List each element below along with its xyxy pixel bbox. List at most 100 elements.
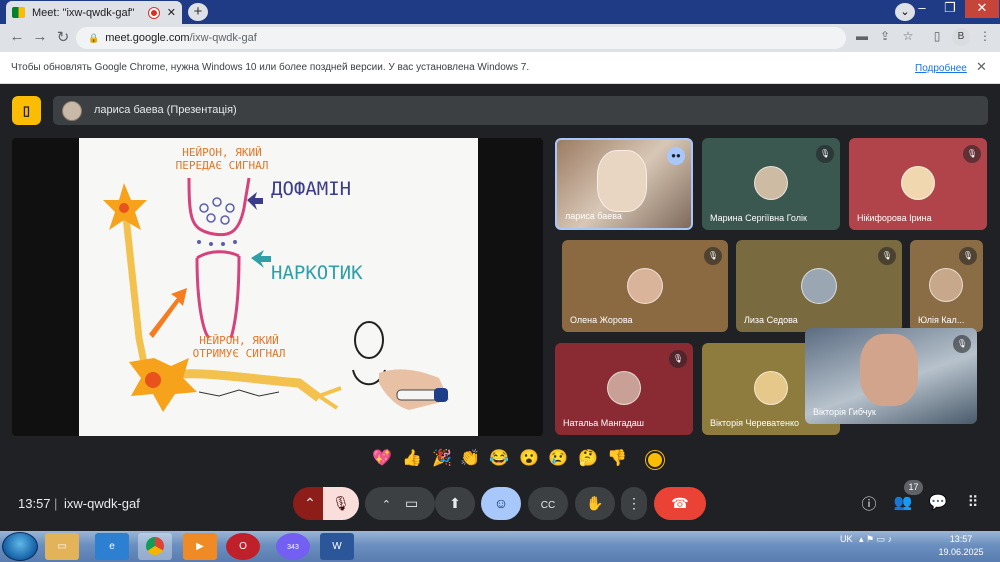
self-view-face xyxy=(860,334,918,406)
reaction-surprised[interactable]: 😮 xyxy=(516,448,542,468)
reaction-thumbs-up[interactable]: 👍 xyxy=(399,448,425,468)
participant-name: Натальа Мангадаш xyxy=(563,418,644,428)
present-screen-button[interactable]: ⬆ xyxy=(435,487,475,520)
participant-name: Олена Жорова xyxy=(570,315,633,325)
more-vert-icon: ⋮ xyxy=(627,495,641,511)
mic-toggle-button[interactable]: 🎙 xyxy=(323,487,359,520)
activities-icon[interactable]: ⠿ xyxy=(962,493,984,511)
presenter-bar: лариса баева (Презентація) xyxy=(53,96,988,125)
reaction-crying[interactable]: 😢 xyxy=(545,448,571,468)
end-call-button[interactable]: ☎ xyxy=(654,487,706,520)
participant-tile[interactable]: 🎙 Олена Жорова xyxy=(562,240,728,332)
internet-explorer-icon[interactable]: e xyxy=(95,533,129,560)
slide-label-receiver: НЕЙРОН, ЯКИЙ ОТРИМУЄ СИГНАЛ xyxy=(179,334,299,360)
close-tab-icon[interactable]: ✕ xyxy=(167,6,176,19)
word-icon[interactable]: W xyxy=(320,533,354,560)
opera-icon[interactable]: O xyxy=(226,533,260,560)
participant-tile[interactable]: 🎙 Юлія Кал... xyxy=(910,240,983,332)
raise-hand-button[interactable]: ✋ xyxy=(575,487,615,520)
clock-separator: | xyxy=(54,496,58,511)
hand-icon: ✋ xyxy=(586,495,604,511)
mic-off-icon: 🎙 xyxy=(959,247,977,265)
start-button[interactable] xyxy=(2,532,38,561)
presenter-avatar xyxy=(62,101,82,121)
participant-avatar xyxy=(754,371,788,405)
mic-off-icon: 🎙 xyxy=(953,335,971,353)
captions-icon: CC xyxy=(540,500,556,511)
language-indicator[interactable]: UK xyxy=(840,534,853,544)
reaction-clapping[interactable]: 👏 xyxy=(457,448,483,468)
participant-name: Юлія Кал... xyxy=(918,315,965,325)
people-icon[interactable]: 👥 xyxy=(892,493,914,511)
infobar-close-icon[interactable]: ✕ xyxy=(976,59,987,75)
close-window-button[interactable]: ✕ xyxy=(965,0,999,18)
chrome-logo-icon xyxy=(146,537,164,556)
self-view-tile[interactable]: 🎙 Вікторія Гибчук xyxy=(805,328,977,424)
explorer-icon[interactable]: ▭ xyxy=(45,533,79,560)
infobar-more-link[interactable]: Подробнее xyxy=(915,63,967,74)
profile-avatar[interactable]: B xyxy=(952,28,970,46)
participant-name: Ніќифорова Ірина xyxy=(857,213,932,223)
mic-off-icon: 🎙 xyxy=(332,495,350,511)
reaction-thinking[interactable]: 🤔 xyxy=(575,448,601,468)
reaction-thumbs-down[interactable]: 👎 xyxy=(604,448,630,468)
participant-tile[interactable]: ●● лариса баева xyxy=(555,138,693,230)
presentation-slide: НЕЙРОН, ЯКИЙ ПЕРЕДАЄ СИГНАЛ ДОФАМІН НАРК… xyxy=(79,138,478,436)
present-screen-icon: ⬆ xyxy=(449,495,461,511)
bookmark-star-icon[interactable]: ☆ xyxy=(899,29,917,43)
slide-sender-line1: НЕЙРОН, ЯКИЙ xyxy=(182,146,262,159)
slide-sender-line2: ПЕРЕДАЄ СИГНАЛ xyxy=(175,159,269,172)
update-infobar: Чтобы обновлять Google Chrome, нужна Win… xyxy=(0,52,1000,84)
participant-tile[interactable]: 🎙 Ніќифорова Ірина xyxy=(849,138,987,230)
viber-icon[interactable]: 343 xyxy=(276,533,310,560)
participant-name: Марина Сергіївна Голік xyxy=(710,213,807,223)
participant-tile[interactable]: 🎙 Натальа Мангадаш xyxy=(555,343,693,435)
reaction-party-popper[interactable]: 🎉 xyxy=(429,448,455,468)
back-icon[interactable]: ← xyxy=(8,28,26,45)
taskbar-clock[interactable]: 13:57 19.06.2025 xyxy=(924,533,998,559)
audio-options-button[interactable]: ⌃ xyxy=(293,487,327,520)
emoji-icon: ☺ xyxy=(493,495,509,511)
mic-off-icon: 🎙 xyxy=(704,247,722,265)
participant-avatar xyxy=(754,166,788,200)
forward-icon[interactable]: → xyxy=(31,28,49,45)
browser-tab[interactable]: Meet: "ixw-qwdk-gaf" ✕ xyxy=(6,1,182,24)
chat-icon[interactable]: 💬 xyxy=(927,493,949,511)
tray-icons[interactable]: ▴ ⚑ ▭ ♪ xyxy=(859,534,892,544)
mic-off-icon: 🎙 xyxy=(816,145,834,163)
minimize-window-button[interactable]: – xyxy=(908,0,936,18)
side-panel-icon[interactable]: ▯ xyxy=(928,29,946,43)
reaction-joy[interactable]: 😂 xyxy=(486,448,512,468)
taskbar-time: 13:57 xyxy=(949,534,973,544)
presenter-label: лариса баева (Презентація) xyxy=(94,104,237,116)
camera-toggle-button[interactable]: ⌃ ▭ xyxy=(365,487,435,520)
more-options-button[interactable]: ⋮ xyxy=(621,487,647,520)
chrome-menu-icon[interactable]: ⋮ xyxy=(976,29,994,43)
reload-icon[interactable]: ↻ xyxy=(54,28,72,46)
participant-avatar xyxy=(607,371,641,405)
skin-tone-icon[interactable] xyxy=(646,451,664,469)
participant-avatar xyxy=(627,268,663,304)
system-tray: UK ▴ ⚑ ▭ ♪ xyxy=(840,534,892,545)
captions-button[interactable]: CC xyxy=(528,487,568,520)
slide-label-drug: НАРКОТИК xyxy=(271,262,363,284)
meeting-details-icon[interactable]: ⓘ xyxy=(858,493,880,514)
share-icon[interactable]: ⇪ xyxy=(876,29,894,43)
address-bar[interactable]: 🔒 meet.google.com/ixw-qwdk-gaf xyxy=(76,27,846,49)
lock-icon: 🔒 xyxy=(88,33,100,43)
video-camera-icon: ▭ xyxy=(404,495,419,511)
url-host: meet.google.com xyxy=(105,32,190,44)
reactions-button[interactable]: ☺ xyxy=(481,487,521,520)
maximize-window-button[interactable]: ❐ xyxy=(936,0,964,18)
slide-receiver-line1: НЕЙРОН, ЯКИЙ xyxy=(199,334,279,347)
slide-label-dopamine: ДОФАМІН xyxy=(271,178,352,200)
participant-tile[interactable]: 🎙 Марина Сергіївна Голік xyxy=(702,138,840,230)
media-player-icon[interactable]: ▶ xyxy=(183,533,217,560)
participant-avatar xyxy=(929,268,963,302)
chrome-taskbar-icon[interactable] xyxy=(138,533,172,560)
presentation-icon[interactable]: ▯ xyxy=(12,96,41,125)
participant-tile[interactable]: 🎙 Лиза Седова xyxy=(736,240,902,332)
camera-icon[interactable]: ▬ xyxy=(853,29,871,43)
reaction-sparkling-heart[interactable]: 💖 xyxy=(369,448,395,468)
new-tab-button[interactable]: + xyxy=(188,3,208,21)
